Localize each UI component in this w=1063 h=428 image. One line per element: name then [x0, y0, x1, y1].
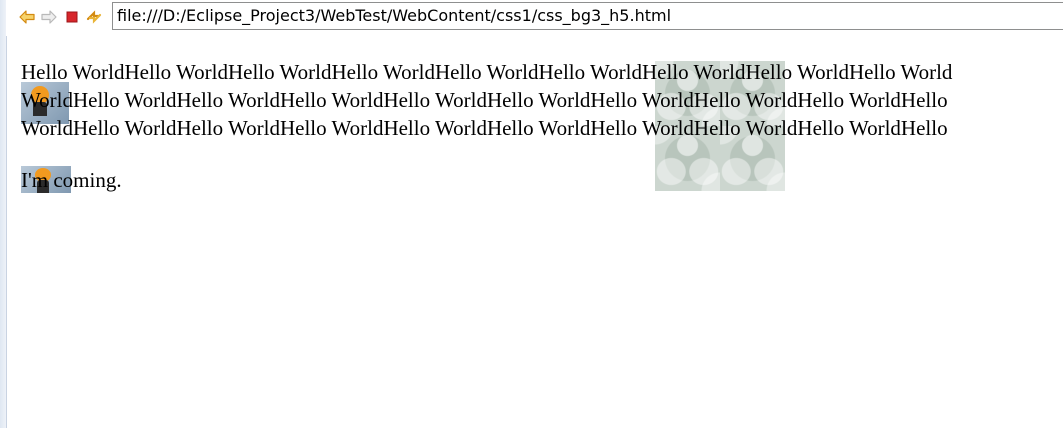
url-input[interactable]	[117, 3, 1063, 28]
text-line: WorldHello WorldHello WorldHello WorldHe…	[21, 88, 948, 112]
refresh-button[interactable]	[85, 8, 103, 26]
browser-toolbar	[6, 0, 1063, 36]
address-bar[interactable]	[112, 2, 1063, 30]
forward-button[interactable]	[40, 8, 58, 26]
back-button[interactable]	[18, 8, 36, 26]
text-line: WorldHello WorldHello WorldHello WorldHe…	[21, 116, 948, 140]
hello-world-paragraph: Hello WorldHello WorldHello WorldHello W…	[21, 58, 1063, 142]
stop-button[interactable]	[63, 8, 81, 26]
page-content: Hello WorldHello WorldHello WorldHello W…	[0, 36, 1063, 428]
text-line: Hello WorldHello WorldHello WorldHello W…	[21, 60, 953, 84]
forward-arrow-icon	[41, 10, 57, 24]
coming-paragraph: I'm coming.	[21, 168, 122, 192]
refresh-icon	[86, 10, 102, 24]
browser-window: Hello WorldHello WorldHello WorldHello W…	[0, 0, 1063, 428]
stop-icon	[66, 11, 78, 23]
back-arrow-icon	[19, 10, 35, 24]
